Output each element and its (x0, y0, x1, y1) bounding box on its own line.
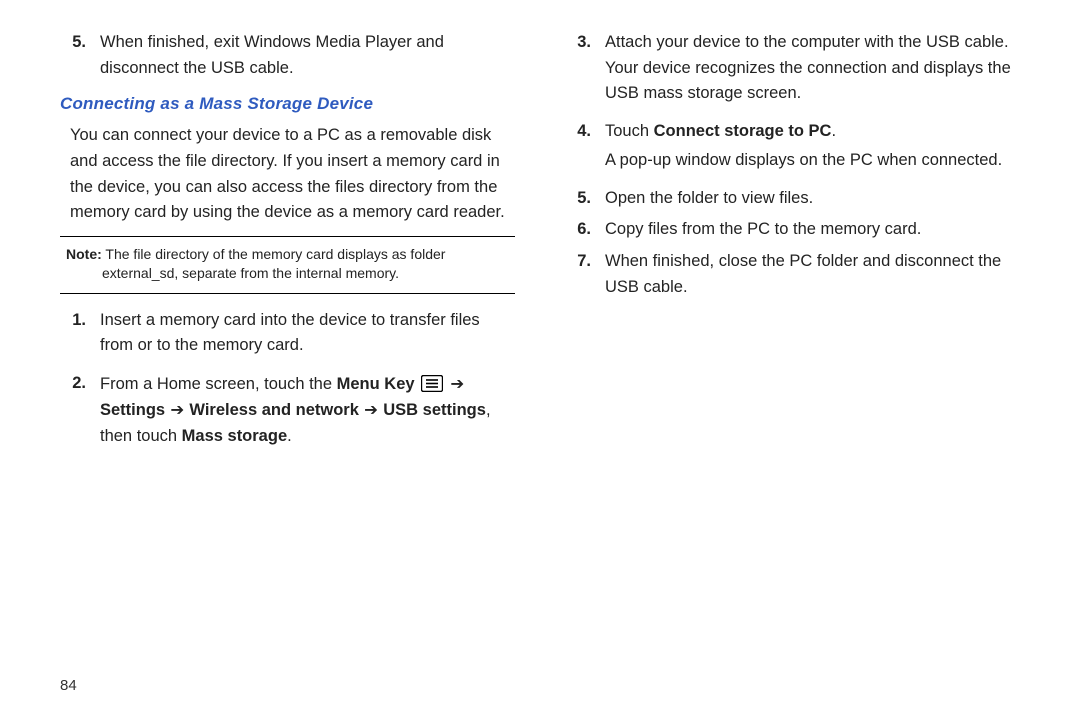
step-text: Copy files from the PC to the memory car… (605, 217, 1020, 243)
step-number: 3. (565, 30, 605, 107)
step-number: 5. (565, 186, 605, 212)
usb-settings-label: USB settings (383, 401, 486, 419)
section-heading: Connecting as a Mass Storage Device (60, 91, 515, 117)
text-fragment: . (287, 427, 292, 445)
intro-paragraph: You can connect your device to a PC as a… (60, 123, 515, 225)
step-text: Open the folder to view files. (605, 186, 1020, 212)
mass-storage-label: Mass storage (182, 427, 287, 445)
arrow-icon: ➔ (359, 400, 383, 419)
step-number: 7. (565, 249, 605, 300)
divider-bottom (60, 293, 515, 294)
step-number: 1. (60, 308, 100, 359)
menu-key-icon (421, 375, 443, 392)
step-6: 6. Copy files from the PC to the memory … (565, 217, 1020, 243)
step-text: When finished, exit Windows Media Player… (100, 30, 515, 81)
step-5-prev-section: 5. When finished, exit Windows Media Pla… (60, 30, 515, 81)
step-7: 7. When finished, close the PC folder an… (565, 249, 1020, 300)
step-number: 5. (60, 30, 100, 81)
step-text: Touch Connect storage to PC. A pop-up wi… (605, 119, 1020, 174)
step-2: 2. From a Home screen, touch the Menu Ke… (60, 371, 515, 450)
step-1: 1. Insert a memory card into the device … (60, 308, 515, 359)
step-text: Attach your device to the computer with … (605, 30, 1020, 107)
text-fragment: A pop-up window displays on the PC when … (605, 151, 1002, 169)
text-fragment: From a Home screen, touch the (100, 375, 337, 393)
note-text: The file directory of the memory card di… (102, 246, 445, 281)
left-column: 5. When finished, exit Windows Media Pla… (60, 30, 515, 455)
step-number: 4. (565, 119, 605, 174)
note-block: Note: The file directory of the memory c… (60, 243, 515, 289)
text-fragment: . (831, 122, 836, 140)
step-4: 4. Touch Connect storage to PC. A pop-up… (565, 119, 1020, 174)
step-number: 2. (60, 371, 100, 450)
step-5: 5. Open the folder to view files. (565, 186, 1020, 212)
wireless-label: Wireless and network (189, 401, 359, 419)
note-label: Note: (66, 246, 102, 262)
manual-page: 5. When finished, exit Windows Media Pla… (0, 0, 1080, 720)
step-text: From a Home screen, touch the Menu Key ➔… (100, 371, 515, 450)
settings-label: Settings (100, 401, 165, 419)
step-number: 6. (565, 217, 605, 243)
divider-top (60, 236, 515, 237)
page-number: 84 (60, 677, 77, 694)
right-column: 3. Attach your device to the computer wi… (565, 30, 1020, 455)
step-text: Insert a memory card into the device to … (100, 308, 515, 359)
two-column-layout: 5. When finished, exit Windows Media Pla… (60, 30, 1020, 455)
text-fragment: Touch (605, 122, 654, 140)
menu-key-label: Menu Key (337, 375, 415, 393)
arrow-icon: ➔ (445, 374, 464, 393)
step-3: 3. Attach your device to the computer wi… (565, 30, 1020, 107)
connect-storage-label: Connect storage to PC (654, 122, 832, 140)
step-text: When finished, close the PC folder and d… (605, 249, 1020, 300)
arrow-icon: ➔ (165, 400, 189, 419)
